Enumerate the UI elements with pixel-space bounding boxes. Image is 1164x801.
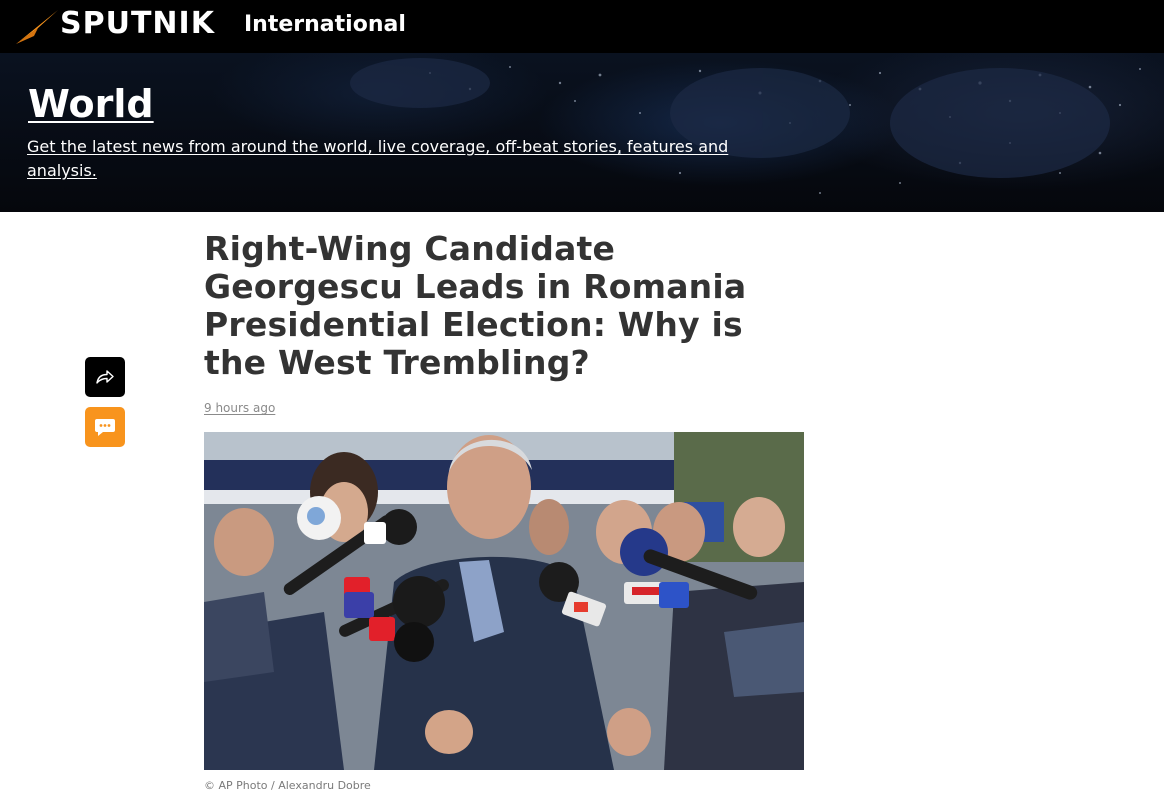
edition-label[interactable]: International — [244, 11, 406, 39]
logo-wordmark[interactable]: SPUTNIK — [60, 5, 215, 43]
article-headline: Right-Wing Candidate Georgescu Leads in … — [204, 229, 747, 382]
article-photo — [204, 432, 804, 770]
comment-button[interactable] — [85, 407, 125, 447]
section-title[interactable]: World — [28, 81, 154, 127]
site-header: SPUTNIK International — [0, 0, 1164, 53]
world-map-night-image — [350, 58, 1141, 194]
share-arrow-icon — [96, 370, 114, 384]
section-banner: World Get the latest news from around th… — [0, 53, 1164, 212]
photo-credit: © AP Photo / Alexandru Dobre — [204, 779, 371, 792]
section-description[interactable]: Get the latest news from around the worl… — [27, 135, 747, 183]
sputnik-logo-icon — [16, 10, 58, 44]
comment-bubble-icon — [95, 419, 115, 436]
article-timestamp[interactable]: 9 hours ago — [204, 400, 275, 416]
share-button[interactable] — [85, 357, 125, 397]
